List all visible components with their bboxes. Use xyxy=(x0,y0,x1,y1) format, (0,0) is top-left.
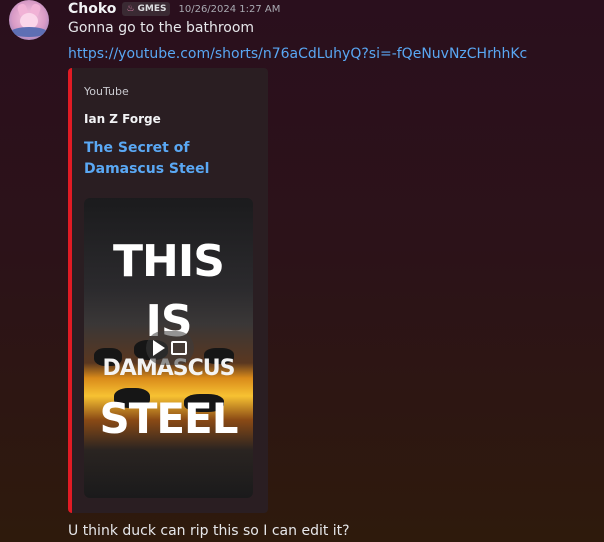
message-text: Gonna go to the bathroom xyxy=(68,20,255,36)
embed-accent-bar xyxy=(68,68,72,513)
open-external-icon[interactable] xyxy=(171,341,187,355)
username[interactable]: Choko xyxy=(68,1,116,17)
flame-icon: ♨ xyxy=(126,4,135,14)
play-icon xyxy=(153,340,165,356)
embed-title[interactable]: The Secret of Damascus Steel xyxy=(84,138,259,180)
avatar-tail xyxy=(11,27,47,37)
thumbnail-text-line4: STEEL xyxy=(99,394,238,443)
video-thumbnail[interactable]: THIS IS DAMASCUS STEEL xyxy=(84,198,253,498)
embed-author[interactable]: Ian Z Forge xyxy=(84,112,161,126)
message-link[interactable]: https://youtube.com/shorts/n76aCdLuhyQ?s… xyxy=(68,46,527,62)
link-embed: YouTube Ian Z Forge The Secret of Damasc… xyxy=(68,68,268,513)
thumbnail-text-line1: THIS xyxy=(113,236,225,287)
embed-provider[interactable]: YouTube xyxy=(84,85,129,98)
message-text: U think duck can rip this so I can edit … xyxy=(68,523,350,539)
user-avatar[interactable] xyxy=(9,0,49,40)
play-button[interactable] xyxy=(146,331,194,365)
message-header: Choko ♨ GMES 10/26/2024 1:27 AM xyxy=(68,0,280,18)
guild-tag[interactable]: ♨ GMES xyxy=(122,2,171,16)
message-timestamp: 10/26/2024 1:27 AM xyxy=(178,3,281,15)
guild-tag-label: GMES xyxy=(137,4,167,14)
